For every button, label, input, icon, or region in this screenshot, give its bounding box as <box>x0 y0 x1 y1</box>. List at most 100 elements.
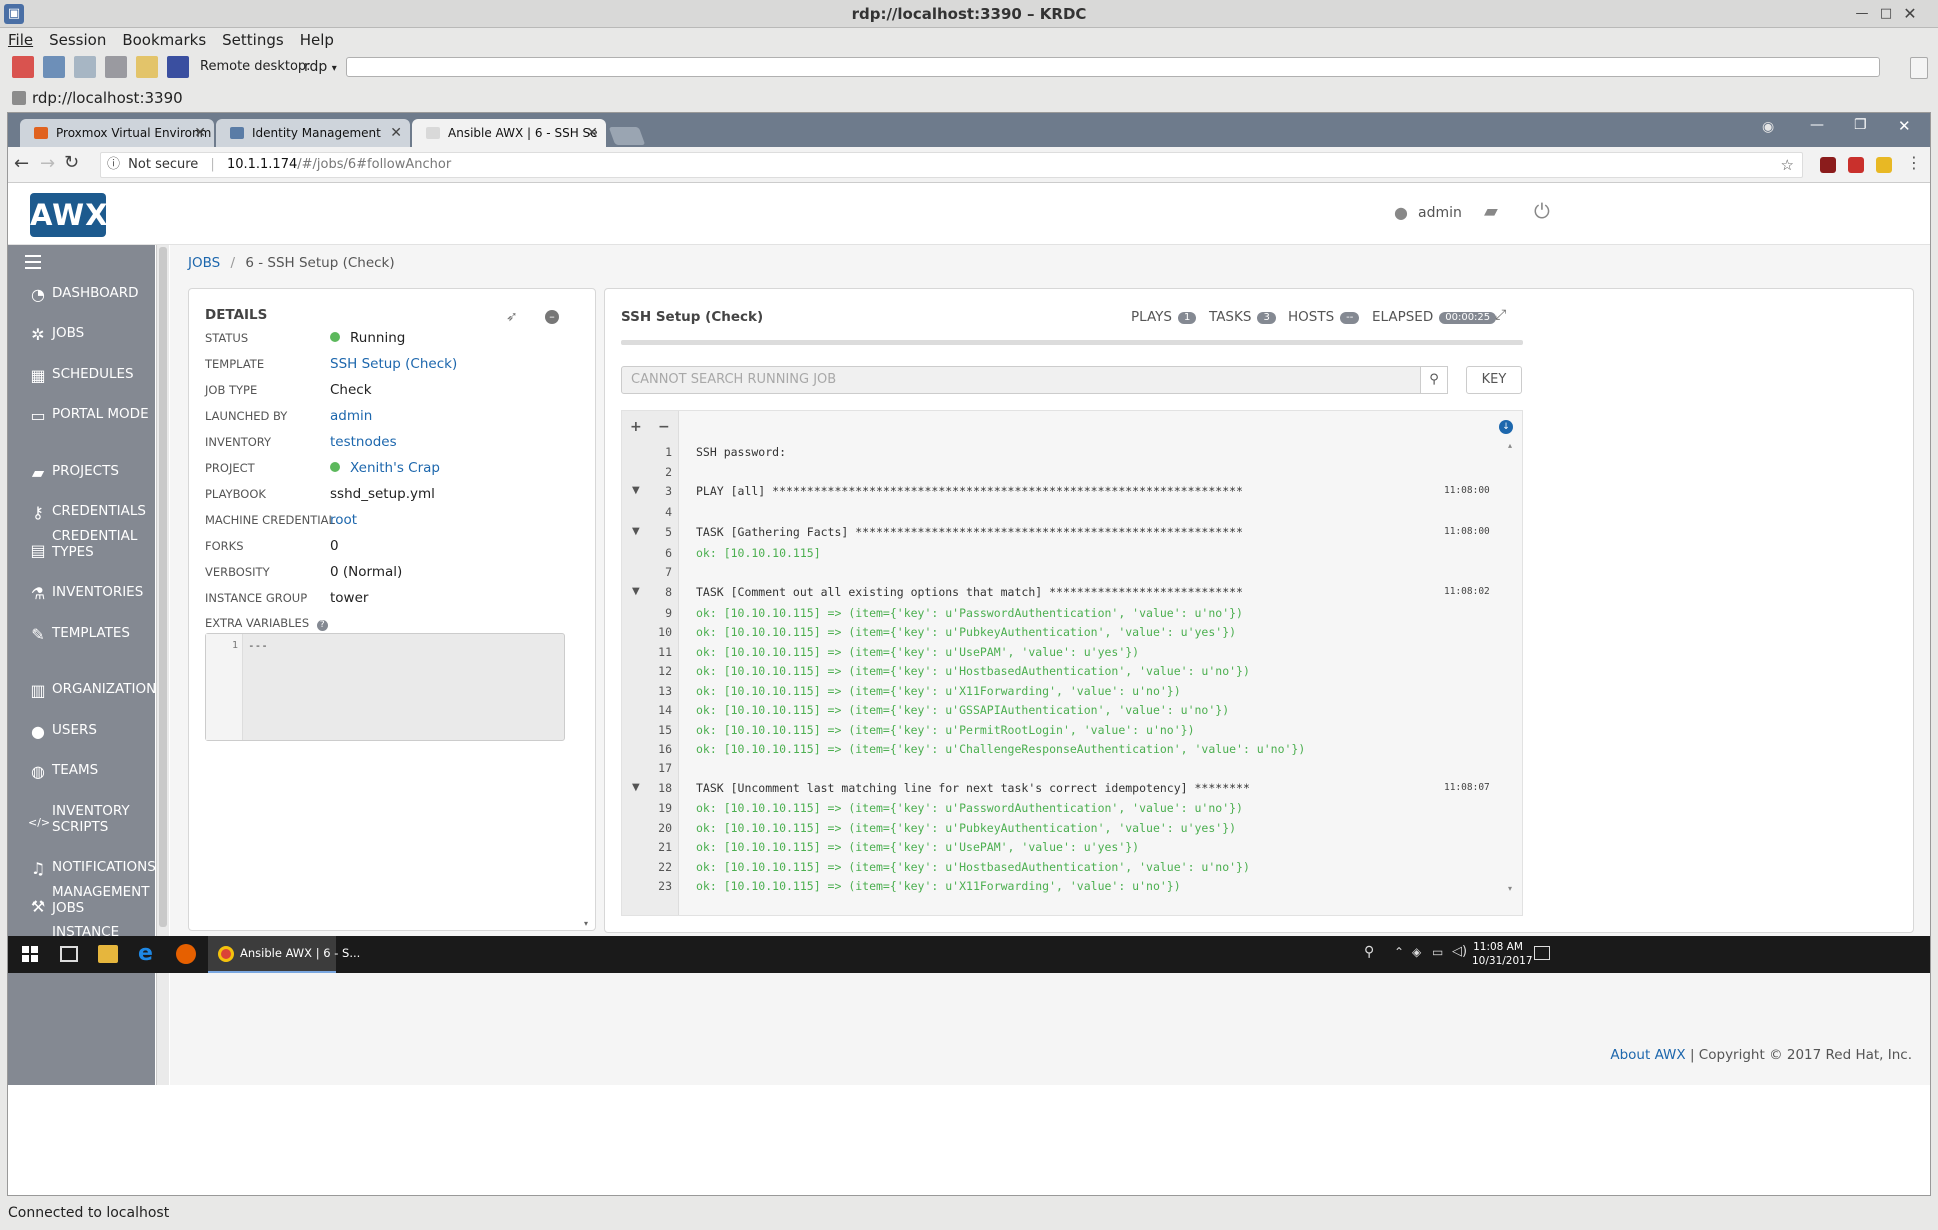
windows-start-icon[interactable] <box>22 946 38 962</box>
sidebar-item-portal-mode[interactable]: ▭ PORTAL MODE <box>8 405 155 427</box>
sidebar-item-templates[interactable]: ✎ TEMPLATES <box>8 624 155 646</box>
menu-help[interactable]: Help <box>292 28 342 52</box>
taskbar-chrome-app[interactable]: Ansible AWX | 6 - S... <box>208 936 360 973</box>
collapse-toggle-icon[interactable]: ▼ <box>632 485 640 496</box>
file-explorer-icon[interactable] <box>98 945 118 963</box>
sidebar-item-teams[interactable]: ◍ TEAMS <box>8 761 155 783</box>
tab-identity-management[interactable]: Identity Management ✕ <box>216 119 410 147</box>
user-icon[interactable]: ● <box>1394 203 1408 222</box>
firefox-icon[interactable] <box>176 944 196 964</box>
detail-value-launched-by[interactable]: admin <box>330 408 372 424</box>
output-search-input[interactable]: CANNOT SEARCH RUNNING JOB <box>621 366 1421 394</box>
detail-value-inventory[interactable]: testnodes <box>330 434 397 450</box>
stdout-scrollbar[interactable]: ▴ ▾ <box>1508 441 1516 893</box>
collapse-all-icon[interactable]: − <box>658 419 670 435</box>
detail-value-project[interactable]: Xenith's Crap <box>330 460 440 476</box>
hamburger-menu-icon[interactable] <box>25 255 41 269</box>
browser-menu-icon[interactable]: ⋮ <box>1906 153 1922 172</box>
expand-icon[interactable]: ⤢ <box>1495 307 1506 323</box>
bookmark-star-icon[interactable]: ☆ <box>1781 153 1794 177</box>
minimize-icon[interactable]: — <box>1852 4 1872 24</box>
header-username[interactable]: admin <box>1418 205 1462 221</box>
menu-session[interactable]: Session <box>41 28 114 52</box>
zoom-icon[interactable] <box>74 56 96 78</box>
key-button[interactable]: KEY <box>1466 366 1522 394</box>
tray-chevron-icon[interactable]: ⌃ <box>1394 945 1404 959</box>
reload-icon[interactable]: ↻ <box>64 152 79 173</box>
ublock-icon[interactable] <box>1820 157 1836 173</box>
profile-icon[interactable]: ◉ <box>1762 119 1782 139</box>
info-icon[interactable]: ⓘ <box>107 157 120 172</box>
expand-all-icon[interactable]: + <box>630 419 642 435</box>
detail-value-template[interactable]: SSH Setup (Check) <box>330 356 457 372</box>
task-view-icon[interactable] <box>60 946 78 962</box>
sidebar-item-organizations[interactable]: ▥ ORGANIZATIONS <box>8 680 164 702</box>
menu-file[interactable]: File <box>0 28 41 52</box>
address-bar[interactable]: ⓘ Not secure | 10.1.1.174/#/jobs/6#follo… <box>100 152 1803 178</box>
sidebar-item-credentials[interactable]: ⚷ CREDENTIALS <box>8 502 155 524</box>
sidebar-item-users[interactable]: ● USERS <box>8 721 155 743</box>
grab-input-icon[interactable] <box>136 56 158 78</box>
connect-icon[interactable] <box>1910 57 1928 79</box>
extension-icon[interactable] <box>1876 157 1892 173</box>
krdc-session-tab[interactable]: rdp://localhost:3390 <box>4 85 184 111</box>
extra-variables-editor[interactable]: 1 --- <box>205 633 565 741</box>
close-tab-icon[interactable]: ✕ <box>194 119 206 147</box>
browser-restore-icon[interactable]: ❐ <box>1854 117 1867 133</box>
back-icon[interactable]: ← <box>14 153 29 174</box>
logout-power-icon[interactable]: ⏻ <box>1534 199 1550 223</box>
edge-icon[interactable]: e <box>138 942 153 966</box>
browser-close-icon[interactable]: ✕ <box>1898 117 1911 135</box>
collapse-toggle-icon[interactable]: ▼ <box>632 586 640 597</box>
awx-logo[interactable]: AWX <box>30 193 108 237</box>
network-icon[interactable]: ▭ <box>1432 945 1443 959</box>
collapse-toggle-icon[interactable]: ▼ <box>632 526 640 537</box>
help-icon[interactable]: ? <box>316 620 328 631</box>
tools-icon[interactable] <box>105 56 127 78</box>
forward-icon[interactable]: → <box>40 153 55 174</box>
about-awx-link[interactable]: About AWX <box>1610 1047 1685 1063</box>
remote-desktop-view[interactable]: Proxmox Virtual Environm ✕ Identity Mana… <box>7 112 1931 1196</box>
collapse-toggle-icon[interactable]: ▼ <box>632 782 640 793</box>
sidebar-item-inventory-scripts[interactable]: </> INVENTORY SCRIPTS <box>8 803 155 844</box>
docs-book-icon[interactable]: ▰ <box>1484 201 1498 222</box>
browser-minimize-icon[interactable]: — <box>1810 117 1824 133</box>
new-tab-button[interactable] <box>608 127 646 145</box>
tray-app-icon[interactable]: ◈ <box>1412 945 1421 959</box>
menu-bookmarks[interactable]: Bookmarks <box>114 28 214 52</box>
disconnect-icon[interactable] <box>12 56 34 78</box>
sidebar-item-credential-types[interactable]: ▤ CREDENTIAL TYPES <box>8 528 155 569</box>
volume-icon[interactable]: ◁) <box>1452 944 1467 959</box>
clock[interactable]: 11:08 AM 10/31/2017 <box>1472 940 1533 968</box>
stdout-line: ok: [10.10.10.115] => (item={'key': u'X1… <box>696 684 1181 698</box>
relaunch-rocket-icon[interactable]: ➶ <box>506 309 518 325</box>
action-center-icon[interactable] <box>1534 946 1550 960</box>
remote-url-input[interactable] <box>346 57 1880 77</box>
search-button[interactable]: ⚲ <box>1420 366 1448 394</box>
close-icon[interactable]: ✕ <box>1900 4 1920 24</box>
breadcrumb-jobs-link[interactable]: JOBS <box>188 255 220 271</box>
sidebar-item-notifications[interactable]: ♫ NOTIFICATIONS <box>8 858 156 880</box>
follow-output-icon[interactable]: ↓ <box>1499 420 1513 434</box>
shield-icon[interactable] <box>1848 157 1864 173</box>
sidebar-item-inventories[interactable]: ⚗ INVENTORIES <box>8 583 155 605</box>
maximize-icon[interactable]: □ <box>1876 4 1896 24</box>
menu-settings[interactable]: Settings <box>214 28 292 52</box>
details-scrollbar[interactable]: ▾ <box>584 293 592 928</box>
screenshot-icon[interactable] <box>43 56 65 78</box>
scrollbar-thumb[interactable] <box>159 247 167 927</box>
protocol-select[interactable]: rdp ▾ <box>304 52 337 84</box>
detail-value-machine-credential[interactable]: root <box>330 512 357 528</box>
sidebar-item-projects[interactable]: ▰ PROJECTS <box>8 462 155 484</box>
tab-proxmox[interactable]: Proxmox Virtual Environm ✕ <box>20 119 214 147</box>
close-tab-icon[interactable]: ✕ <box>390 119 402 147</box>
settings-icon[interactable] <box>167 56 189 78</box>
close-tab-icon[interactable]: ✕ <box>586 119 598 147</box>
sidebar-item-dashboard[interactable]: ◔ DASHBOARD <box>8 284 155 306</box>
sidebar-item-management-jobs[interactable]: ⚒ MANAGEMENT JOBS <box>8 884 155 925</box>
sidebar-item-schedules[interactable]: ▦ SCHEDULES <box>8 365 155 387</box>
sidebar-item-jobs[interactable]: ✲ JOBS <box>8 324 155 346</box>
tab-ansible-awx[interactable]: Ansible AWX | 6 - SSH Se ✕ <box>412 119 606 147</box>
cancel-job-icon[interactable]: – <box>545 310 559 324</box>
people-icon[interactable]: ⚲ <box>1364 944 1374 960</box>
